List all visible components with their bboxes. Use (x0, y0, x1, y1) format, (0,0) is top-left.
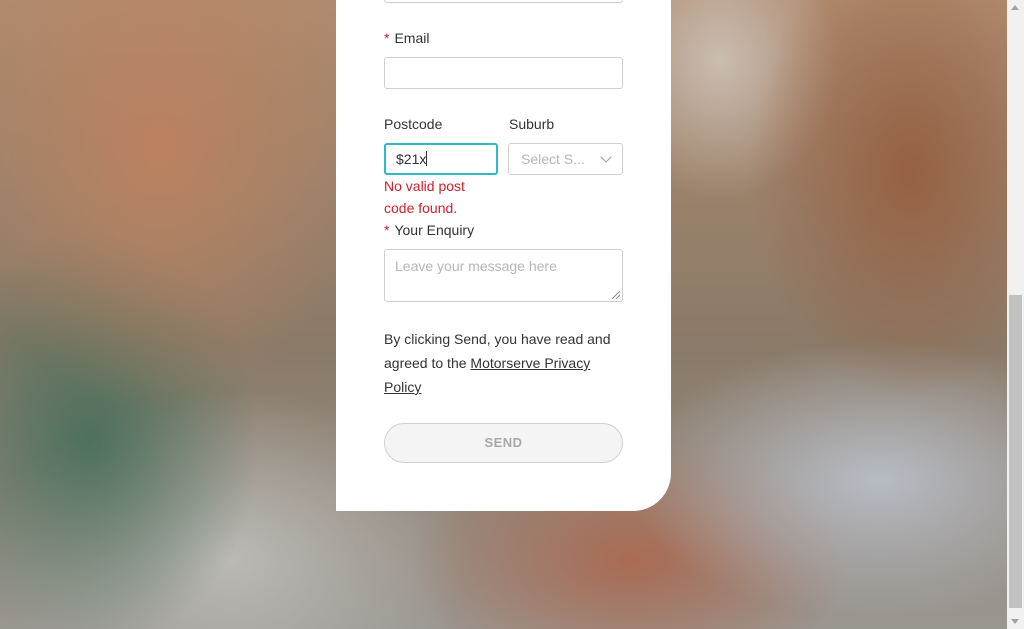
scroll-down-arrow-icon[interactable] (1011, 619, 1019, 624)
postcode-error-message: No valid post code found. (384, 178, 465, 216)
email-field[interactable] (384, 57, 623, 89)
required-marker: * (384, 222, 390, 238)
scroll-up-arrow-icon[interactable] (1011, 5, 1019, 10)
enquiry-textarea[interactable]: Leave your message here (384, 249, 623, 302)
postcode-value: $21x (396, 151, 427, 167)
enquiry-placeholder: Leave your message here (395, 258, 557, 274)
email-label-text: Email (394, 30, 430, 46)
enquiry-label-text: Your Enquiry (394, 222, 475, 238)
suburb-placeholder: Select S... (521, 151, 585, 167)
required-marker: * (384, 30, 390, 46)
postcode-input[interactable]: $21x (384, 143, 498, 175)
enquiry-label: * Your Enquiry (384, 222, 474, 238)
postcode-label: Postcode (384, 116, 443, 132)
scrollbar-thumb[interactable] (1009, 295, 1022, 608)
email-label: * Email (384, 30, 429, 46)
resize-grip-icon[interactable] (612, 291, 620, 299)
consent-text: By clicking Send, you have read and agre… (384, 327, 624, 399)
suburb-label: Suburb (509, 116, 555, 132)
suburb-select[interactable]: Select S... (508, 143, 623, 175)
send-button[interactable]: SEND (384, 423, 623, 463)
previous-field-edge (384, 0, 623, 3)
vertical-scrollbar[interactable] (1007, 0, 1024, 629)
chevron-down-icon (600, 151, 612, 163)
text-caret (426, 151, 428, 166)
